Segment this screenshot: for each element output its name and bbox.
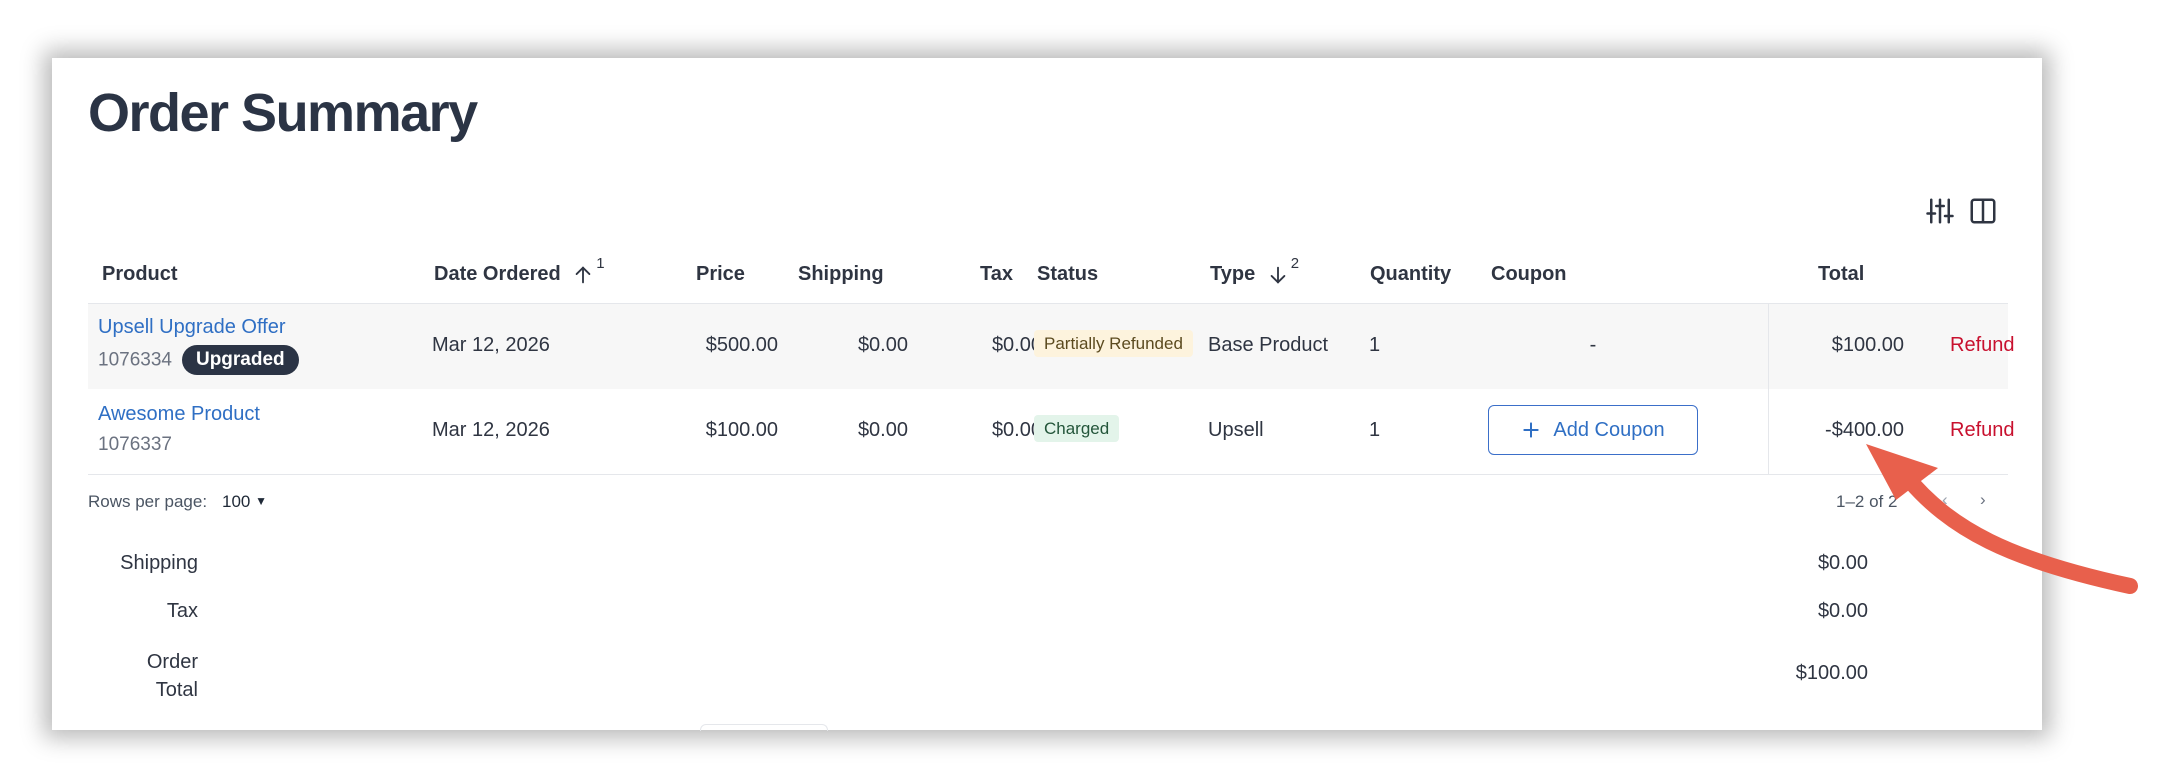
status-badge: Charged — [1034, 415, 1120, 442]
quantity-cell: 1 — [1369, 334, 1381, 356]
page-title: Order Summary — [88, 83, 478, 143]
tax-cell: $0.00 — [991, 334, 1042, 356]
product-id: 1076334 — [98, 349, 172, 371]
next-page-icon[interactable]: › — [1980, 490, 1986, 510]
type-cell: Upsell — [1208, 419, 1264, 441]
scroll-handle[interactable] — [700, 724, 828, 731]
caret-down-icon: ▼ — [255, 494, 267, 508]
header-type[interactable]: Type 2 — [1210, 254, 1299, 294]
summary-tax-label: Tax — [166, 600, 198, 622]
add-coupon-button[interactable]: Add Coupon — [1488, 405, 1698, 455]
shipping-cell: $0.00 — [857, 334, 908, 356]
refund-link[interactable]: Refund — [1950, 419, 2015, 442]
header-status[interactable]: Status — [1037, 254, 1098, 294]
coupon-cell: - — [1589, 334, 1597, 356]
order-summary-card: Order Summary Product Date Ordered 1 Pri… — [52, 58, 2042, 731]
upgraded-badge: Upgraded — [181, 345, 299, 375]
sort-rank: 1 — [596, 255, 605, 272]
columns-icon[interactable] — [1968, 196, 1998, 226]
table-row: Awesome Product 1076337 Mar 12, 2026 $10… — [88, 389, 2015, 475]
sliders-icon[interactable] — [1925, 196, 1955, 226]
type-cell: Base Product — [1208, 334, 1329, 356]
tax-cell: $0.00 — [991, 419, 1042, 441]
header-date-ordered[interactable]: Date Ordered 1 — [434, 254, 605, 294]
header-tax[interactable]: Tax — [980, 254, 1013, 294]
date-cell: Mar 12, 2026 — [432, 334, 550, 356]
summary-tax-value: $0.00 — [1817, 600, 1868, 622]
summary-shipping-value: $0.00 — [1817, 552, 1868, 574]
order-total-label-line2: Total — [155, 679, 198, 701]
prev-page-icon[interactable]: ‹ — [1942, 490, 1948, 510]
summary-order-total-value: $100.00 — [1795, 662, 1868, 684]
order-total-label-line1: Order — [146, 651, 198, 673]
rows-per-page-select[interactable]: 100 ▼ — [222, 492, 267, 512]
header-price[interactable]: Price — [696, 254, 745, 294]
product-id: 1076337 — [98, 434, 172, 455]
rows-per-page-value: 100 — [222, 492, 251, 511]
table-row: Upsell Upgrade Offer 1076334 Upgraded Mar… — [88, 303, 2015, 390]
header-shipping[interactable]: Shipping — [798, 254, 884, 294]
product-link[interactable]: Upsell Upgrade Offer — [98, 316, 299, 339]
price-cell: $500.00 — [705, 334, 778, 356]
price-cell: $100.00 — [705, 419, 778, 441]
header-type-label: Type — [1210, 263, 1256, 285]
header-coupon[interactable]: Coupon — [1491, 254, 1567, 294]
add-coupon-label: Add Coupon — [1553, 418, 1665, 441]
summary-order-total-label: Order Total — [92, 648, 198, 704]
status-badge: Partially Refunded — [1034, 330, 1193, 357]
plus-icon — [1523, 422, 1540, 438]
header-total[interactable]: Total — [1818, 254, 1864, 294]
product-link[interactable]: Awesome Product — [98, 403, 260, 426]
header-date-label: Date Ordered — [434, 263, 561, 285]
refund-link[interactable]: Refund — [1950, 334, 2015, 357]
summary-shipping-label: Shipping — [120, 552, 198, 574]
shipping-cell: $0.00 — [857, 419, 908, 441]
pagination-range: 1–2 of 2 — [1836, 492, 1898, 511]
column-divider — [1768, 303, 1769, 474]
date-cell: Mar 12, 2026 — [432, 419, 550, 441]
total-cell: -$400.00 — [1825, 419, 1904, 441]
arrow-down-icon — [1270, 266, 1286, 284]
quantity-cell: 1 — [1369, 419, 1381, 441]
rows-per-page-label: Rows per page: — [88, 492, 208, 511]
header-quantity[interactable]: Quantity — [1370, 254, 1451, 294]
total-cell: $100.00 — [1831, 334, 1904, 356]
header-product[interactable]: Product — [102, 254, 178, 294]
arrow-up-icon — [575, 266, 591, 283]
sort-rank: 2 — [1290, 255, 1300, 272]
